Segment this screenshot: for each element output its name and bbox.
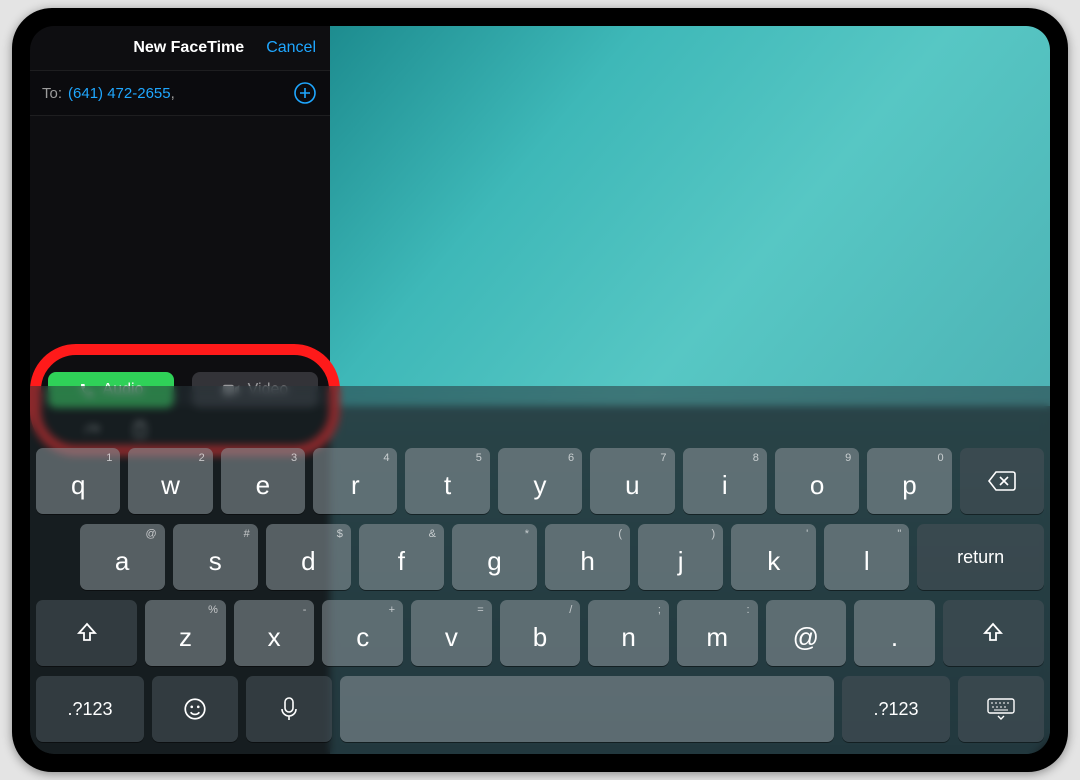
microphone-icon [279, 696, 299, 722]
onscreen-keyboard: 1q2w3e4r5t6y7u8i9o0p @a#s$d&f*g(h)j'k"lr… [30, 442, 1050, 754]
key-k[interactable]: 'k [731, 524, 816, 590]
shift-icon [981, 621, 1005, 645]
panel-header: New FaceTime Cancel [30, 26, 330, 70]
key-d[interactable]: $d [266, 524, 351, 590]
key-i[interactable]: 8i [683, 448, 767, 514]
cancel-button[interactable]: Cancel [266, 39, 316, 57]
space-key[interactable] [340, 676, 834, 742]
key-e[interactable]: 3e [221, 448, 305, 514]
emoji-key[interactable] [152, 676, 238, 742]
keyboard-row-4: .?123 .?123 [36, 676, 1044, 742]
hide-keyboard-icon [986, 697, 1016, 721]
add-contact-button[interactable] [292, 80, 318, 106]
key-y[interactable]: 6y [498, 448, 582, 514]
ipad-device-frame: New FaceTime Cancel To: (641) 472-2655 ,… [12, 8, 1068, 772]
key-t[interactable]: 5t [405, 448, 489, 514]
key-p[interactable]: 0p [867, 448, 951, 514]
mode-key-right[interactable]: .?123 [842, 676, 950, 742]
keyboard-row-1: 1q2w3e4r5t6y7u8i9o0p [36, 448, 1044, 514]
key-z[interactable]: %z [145, 600, 226, 666]
key-h[interactable]: (h [545, 524, 630, 590]
key-.[interactable]: . [854, 600, 935, 666]
emoji-icon [182, 696, 208, 722]
key-s[interactable]: #s [173, 524, 258, 590]
key-o[interactable]: 9o [775, 448, 859, 514]
to-number-token[interactable]: (641) 472-2655 [68, 85, 171, 102]
shift-icon [75, 621, 99, 645]
key-x[interactable]: -x [234, 600, 315, 666]
key-g[interactable]: *g [452, 524, 537, 590]
key-c[interactable]: +c [322, 600, 403, 666]
camera-feed [330, 26, 1050, 406]
hide-keyboard-key[interactable] [958, 676, 1044, 742]
screen: New FaceTime Cancel To: (641) 472-2655 ,… [30, 26, 1050, 754]
key-q[interactable]: 1q [36, 448, 120, 514]
panel-title: New FaceTime [133, 39, 244, 57]
dictation-key[interactable] [246, 676, 332, 742]
key-u[interactable]: 7u [590, 448, 674, 514]
keyboard-row-3: %z-x+c=v/b;n:m@. [36, 600, 1044, 666]
key-b[interactable]: /b [500, 600, 581, 666]
key-l[interactable]: "l [824, 524, 909, 590]
backspace-icon [987, 470, 1017, 492]
to-comma: , [171, 85, 175, 102]
keyboard-row-2: @a#s$d&f*g(h)j'k"lreturn [36, 524, 1044, 590]
new-call-panel: New FaceTime Cancel To: (641) 472-2655 , [30, 26, 330, 406]
key-r[interactable]: 4r [313, 448, 397, 514]
plus-circle-icon [293, 81, 317, 105]
key-j[interactable]: )j [638, 524, 723, 590]
key-v[interactable]: =v [411, 600, 492, 666]
return-key[interactable]: return [917, 524, 1044, 590]
mode-key[interactable]: .?123 [36, 676, 144, 742]
key-f[interactable]: &f [359, 524, 444, 590]
shift-key-right[interactable] [943, 600, 1044, 666]
to-field-row[interactable]: To: (641) 472-2655 , [30, 70, 330, 116]
key-w[interactable]: 2w [128, 448, 212, 514]
key-n[interactable]: ;n [588, 600, 669, 666]
backspace-key[interactable] [960, 448, 1044, 514]
shift-key-left[interactable] [36, 600, 137, 666]
to-label: To: [42, 85, 62, 102]
key-m[interactable]: :m [677, 600, 758, 666]
key-@[interactable]: @ [766, 600, 847, 666]
key-a[interactable]: @a [80, 524, 165, 590]
